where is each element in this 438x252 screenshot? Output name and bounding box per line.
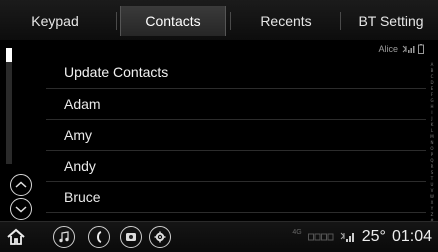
phone-button[interactable] <box>88 226 110 248</box>
list-divider <box>46 212 426 213</box>
status-indicator: Alice <box>378 44 424 54</box>
list-item[interactable]: Adam <box>46 89 426 119</box>
chevron-down-icon <box>15 206 27 213</box>
media-button[interactable] <box>120 226 142 248</box>
bluetooth-signal-icon <box>402 45 415 53</box>
list-item[interactable]: Amy <box>46 120 426 150</box>
device-name: Alice <box>378 44 398 54</box>
list-item[interactable]: Andy <box>46 151 426 181</box>
home-button[interactable] <box>4 225 28 249</box>
tab-separator <box>116 12 117 30</box>
settings-icon <box>154 231 166 243</box>
battery-icon <box>418 44 424 54</box>
tab-keypad[interactable]: Keypad <box>8 6 102 36</box>
scroll-up-button[interactable] <box>10 174 32 196</box>
settings-button[interactable] <box>149 226 171 248</box>
update-contacts-button[interactable]: Update Contacts <box>46 57 426 87</box>
tab-bar: Keypad Contacts Recents BT Setting <box>0 0 438 40</box>
media-icon <box>126 233 136 241</box>
music-button[interactable] <box>53 226 75 248</box>
scroll-down-button[interactable] <box>10 198 32 220</box>
scrollbar-thumb[interactable] <box>6 48 12 62</box>
tab-contacts[interactable]: Contacts <box>120 6 226 36</box>
chevron-up-icon <box>15 181 27 188</box>
bottom-bar: 4G 25° 01:04 <box>0 221 438 252</box>
music-icon <box>59 231 69 243</box>
network-type: 4G <box>292 228 302 236</box>
signal-icon <box>340 232 354 242</box>
scrollbar-track[interactable] <box>6 48 12 164</box>
status-area: 4G 25° 01:04 <box>292 225 432 249</box>
battery-level-icon <box>307 233 334 241</box>
temperature: 25° <box>361 228 386 245</box>
tab-bt-setting[interactable]: BT Setting <box>344 6 438 36</box>
tab-recents[interactable]: Recents <box>236 6 336 36</box>
tab-separator <box>230 12 231 30</box>
tab-separator <box>340 12 341 30</box>
list-item[interactable]: Bruce <box>46 182 426 212</box>
phone-icon <box>97 231 102 243</box>
alphabet-index[interactable]: ABCDEFGHIJKLMNOPQRSTUVWXYZ# <box>428 62 436 223</box>
home-icon <box>7 228 25 245</box>
clock: 01:04 <box>391 228 432 245</box>
